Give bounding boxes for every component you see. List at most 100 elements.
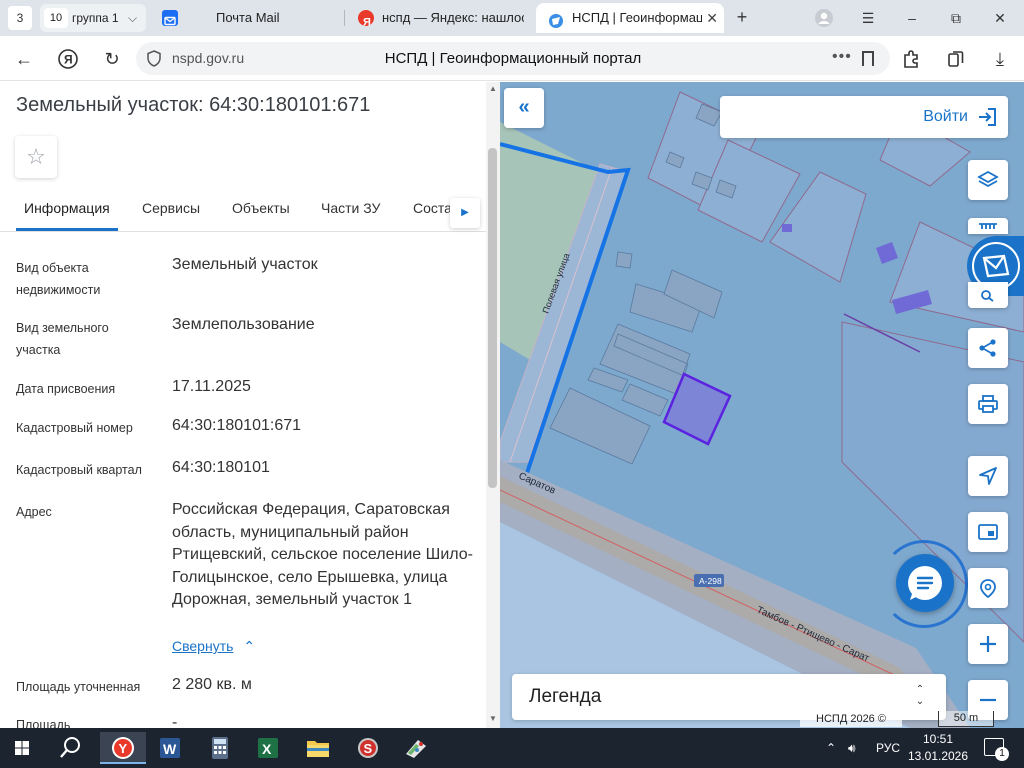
- svg-text:X: X: [262, 741, 272, 757]
- bookmark-icon[interactable]: [862, 51, 874, 66]
- login-label: Войти: [923, 108, 968, 125]
- tab-counter[interactable]: 3: [8, 6, 32, 30]
- field-value: 2 280 кв. м: [172, 676, 252, 693]
- field-label: Кадастровый квартал: [16, 463, 142, 477]
- tab-parts[interactable]: Части ЗУ: [321, 200, 380, 216]
- field-label: Дата присвоения: [16, 382, 116, 396]
- print-icon: [978, 395, 998, 413]
- chat-button[interactable]: [896, 554, 954, 612]
- field-label: Кадастровый номер: [16, 421, 133, 435]
- navigation-arrow-icon: [979, 467, 997, 485]
- reload-button[interactable]: ↻: [98, 45, 126, 73]
- download-icon[interactable]: ⤓: [986, 45, 1014, 73]
- close-icon[interactable]: ✕: [706, 3, 718, 33]
- star-icon: ☆: [26, 144, 46, 169]
- new-tab-button[interactable]: +: [731, 6, 753, 28]
- minimap-button[interactable]: [968, 512, 1008, 552]
- notification-icon[interactable]: 1: [984, 738, 1009, 761]
- building: [876, 242, 898, 264]
- field-value: -: [172, 714, 178, 728]
- favorite-button[interactable]: ☆: [15, 136, 57, 178]
- location-search-button[interactable]: [968, 568, 1008, 608]
- file-explorer-icon[interactable]: [298, 732, 338, 764]
- field-value: Земельный участок: [172, 256, 318, 273]
- tab-services[interactable]: Сервисы: [142, 200, 200, 216]
- scroll-down-arrow[interactable]: ▼: [488, 714, 498, 723]
- tab-nspd[interactable]: НСПД | Геоинформацио ✕: [536, 3, 724, 33]
- restore-button[interactable]: ⧉: [934, 0, 978, 36]
- tray-chevron-up-icon[interactable]: ⌃: [826, 728, 836, 768]
- search-area-button[interactable]: [968, 282, 1008, 308]
- excel-icon[interactable]: X: [248, 732, 288, 764]
- ruler-button[interactable]: [968, 218, 1008, 234]
- collapse-label: Свернуть: [172, 638, 234, 654]
- tab-yandex-search[interactable]: Я нспд — Яндекс: нашлось: [346, 3, 532, 33]
- search-icon[interactable]: [50, 732, 90, 764]
- map-canvas: Полевая улица Саратов А-298 Тамбов - Рти…: [500, 91, 1024, 728]
- field-value: 64:30:180101: [172, 459, 270, 476]
- print-button[interactable]: [968, 384, 1008, 424]
- geolocation-button[interactable]: [968, 456, 1008, 496]
- tab-title: нспд — Яндекс: нашлось: [382, 10, 524, 25]
- paint-icon[interactable]: [396, 732, 436, 764]
- minimap-icon: [978, 524, 998, 540]
- browser-nav-bar: ← Я ↻ nspd.gov.ru НСПД | Геоинформационн…: [0, 36, 1024, 81]
- svg-text:S: S: [364, 741, 373, 756]
- legend-label: Легенда: [529, 686, 602, 707]
- address-bar[interactable]: nspd.gov.ru НСПД | Геоинформационный пор…: [136, 42, 890, 75]
- menu-icon[interactable]: ☰: [846, 0, 890, 36]
- layers-icon: [977, 170, 999, 188]
- clock[interactable]: 10:51 13.01.2026: [906, 731, 970, 765]
- plus-icon: [980, 636, 996, 652]
- collections-icon[interactable]: [942, 45, 970, 73]
- page-title: НСПД | Геоинформационный портал: [384, 50, 642, 67]
- windows-taskbar: Y W X S ⌃ 🔊︎ РУС 10:51 13.01.2026 1: [0, 728, 1024, 768]
- volume-icon[interactable]: 🔊︎: [848, 728, 856, 768]
- login-button[interactable]: Войти: [720, 96, 1008, 138]
- windows-start-icon[interactable]: [2, 732, 42, 764]
- map-copyright: НСПД 2026 ©: [800, 711, 902, 727]
- calculator-icon[interactable]: [200, 732, 240, 764]
- building: [615, 251, 633, 269]
- scroll-up-arrow[interactable]: ▲: [488, 84, 498, 93]
- collapse-link[interactable]: Свернуть ⌃: [172, 638, 255, 655]
- close-window-button[interactable]: ✕: [978, 0, 1022, 36]
- field-value: 64:30:180101:671: [172, 417, 302, 434]
- tab-group-count: 10: [44, 8, 68, 28]
- collapse-panel-button[interactable]: «: [504, 88, 544, 128]
- field-value: 17.11.2025: [172, 378, 251, 395]
- field-label: Вид объекта недвижимости: [16, 261, 101, 297]
- more-icon[interactable]: •••: [832, 42, 852, 72]
- map-view[interactable]: Полевая улица Саратов А-298 Тамбов - Рти…: [500, 82, 1024, 728]
- field-value: Землепользование: [172, 316, 315, 333]
- word-icon[interactable]: W: [150, 732, 190, 764]
- back-button[interactable]: ←: [10, 45, 38, 73]
- field-label: Площадь уточненная: [16, 680, 141, 694]
- tab-objects[interactable]: Объекты: [232, 200, 290, 216]
- road-code-label: А-298: [699, 576, 722, 586]
- map-scale: 50 m: [938, 711, 994, 727]
- tab-mail[interactable]: Почта Mail: [150, 3, 340, 33]
- yandex-browser-icon[interactable]: Y: [100, 732, 146, 764]
- svg-text:Я: Я: [363, 17, 371, 29]
- profile-icon[interactable]: [802, 0, 846, 36]
- minimize-button[interactable]: –: [890, 0, 934, 36]
- tabs-scroll-right-button[interactable]: ▶: [450, 198, 480, 228]
- zoom-in-button[interactable]: [968, 624, 1008, 664]
- tab-information[interactable]: Информация: [24, 200, 110, 216]
- extensions-icon[interactable]: [897, 45, 925, 73]
- object-title: Земельный участок: 64:30:180101:671: [16, 94, 371, 116]
- panel-scrollbar[interactable]: ▲ ▼: [486, 82, 500, 728]
- input-language[interactable]: РУС: [876, 728, 900, 768]
- chat-icon: [908, 566, 942, 600]
- share-button[interactable]: [968, 328, 1008, 368]
- browser-tab-bar: 3 10 группа 1 ⌵ Почта Mail Я нспд — Янде…: [0, 0, 1024, 36]
- scrollbar-thumb[interactable]: [488, 148, 497, 488]
- app-s-icon[interactable]: S: [348, 732, 388, 764]
- chevron-up-icon: ⌃: [243, 638, 256, 654]
- tab-group[interactable]: 10 группа 1 ⌵: [40, 4, 146, 32]
- layers-button[interactable]: [968, 160, 1008, 200]
- location-search-icon: [980, 579, 996, 599]
- yandex-button[interactable]: Я: [54, 45, 82, 73]
- yandex-icon: Я: [358, 10, 374, 29]
